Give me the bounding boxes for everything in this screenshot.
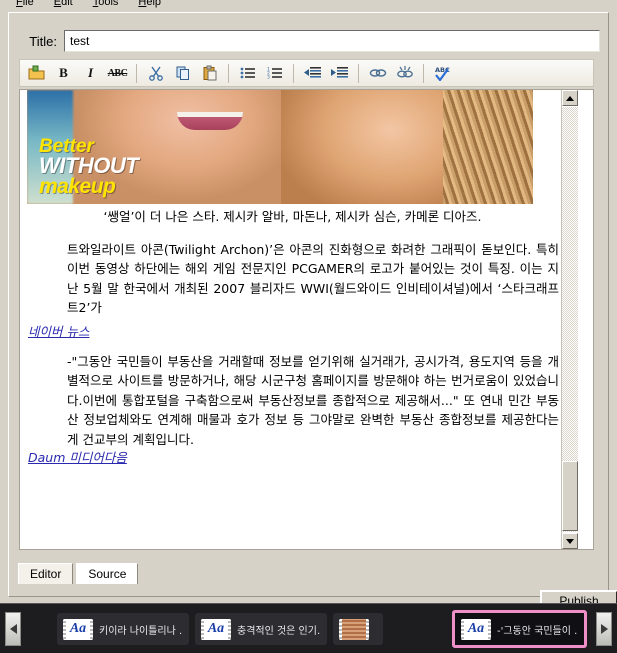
indent-icon[interactable] <box>326 61 353 85</box>
spellcheck-icon[interactable]: ABC <box>429 61 456 85</box>
aa-glyph: Aa <box>69 621 87 636</box>
menu-tools-rest: ools <box>98 0 119 8</box>
menu-item-edit[interactable]: Edit <box>44 0 83 11</box>
taskbar-scroll-left-button[interactable] <box>5 612 21 646</box>
taskbar-item-4-label: -'그동안 국민들이 ... <box>497 625 578 637</box>
taskbar-item-4-selected[interactable]: Aa -'그동안 국민들이 ... <box>452 610 587 648</box>
editor-content-area[interactable]: Better WITHOUT makeup ‘쌩얼’이 더 나은 스타. 제시카… <box>19 89 594 550</box>
formatting-toolbar: B I ABC 1 2 3 ABC <box>19 59 594 87</box>
taskbar-item-1-label: 키이라 나이틀리나 ... <box>99 625 183 637</box>
menu-file-rest: ile <box>22 0 34 8</box>
image-caption-text: ‘쌩얼’이 더 나은 스타. 제시카 알바, 마돈나, 제시카 심슨, 카메론 … <box>103 209 482 224</box>
title-row: Title: <box>9 28 610 54</box>
aa-text-icon: Aa <box>63 618 93 640</box>
title-label: Title: <box>29 33 57 49</box>
insert-link-icon[interactable] <box>364 61 391 85</box>
menubar: File Edit Tools Help <box>0 0 617 11</box>
svg-text:3: 3 <box>267 75 270 80</box>
menu-item-tools[interactable]: Tools <box>83 0 129 11</box>
toolbar-separator-5 <box>423 63 424 83</box>
taskbar-item-1[interactable]: Aa 키이라 나이틀리나 ... <box>57 613 189 645</box>
paste-icon[interactable] <box>196 61 223 85</box>
photo-hair-right <box>443 90 533 204</box>
taskbar: Aa 키이라 나이틀리나 ... Aa 충격적인 것은 인기... Aa -'그… <box>0 603 617 653</box>
taskbar-scroll-right-button[interactable] <box>596 612 612 646</box>
italic-glyph: I <box>87 65 94 80</box>
toolbar-separator-1 <box>136 63 137 83</box>
chevron-left-icon <box>9 624 17 634</box>
bullet-list-icon[interactable] <box>234 61 261 85</box>
link-daum-media[interactable]: Daum 미디어다음 <box>28 447 127 466</box>
copy-icon[interactable] <box>169 61 196 85</box>
scrollbar-thumb[interactable] <box>562 461 578 531</box>
taskbar-item-3[interactable] <box>333 613 383 645</box>
menu-item-help[interactable]: Help <box>128 0 171 11</box>
strikethrough-icon[interactable]: ABC <box>104 61 131 85</box>
outdent-icon[interactable] <box>299 61 326 85</box>
link-naver-news[interactable]: 네이버 뉴스 <box>28 321 89 340</box>
paragraph-1: 트와일라이트 아콘(Twilight Archon)’은 아콘의 진화형으로 화… <box>67 242 559 316</box>
photo-overlay-line3: makeup <box>39 174 116 198</box>
photo-caption-overlay: Better WITHOUT makeup <box>39 137 139 198</box>
chevron-up-icon <box>566 95 574 101</box>
paragraph-2: -"그동안 국민들이 부동산을 거래할때 정보를 얻기위해 실거래가, 공시가격… <box>67 354 559 447</box>
numbered-list-icon[interactable]: 1 2 3 <box>261 61 288 85</box>
aa-glyph: Aa <box>467 621 485 636</box>
app-window: File Edit Tools Help Title: B I ABC <box>0 0 617 653</box>
bold-glyph: B <box>59 65 68 80</box>
italic-icon[interactable]: I <box>77 61 104 85</box>
taskbar-item-2[interactable]: Aa 충격적인 것은 인기... <box>195 613 327 645</box>
unlink-icon[interactable] <box>391 61 418 85</box>
taskbar-item-2-label: 충격적인 것은 인기... <box>237 625 321 637</box>
tab-source[interactable]: Source <box>76 563 139 584</box>
title-input[interactable] <box>64 30 600 52</box>
menu-file-mnemonic: F <box>16 0 23 8</box>
strikethrough-glyph: ABC <box>107 67 128 79</box>
aa-text-icon: Aa <box>201 618 231 640</box>
toolbar-separator-4 <box>358 63 359 83</box>
photo-thumbnail-icon <box>339 618 369 640</box>
chevron-right-icon <box>600 624 608 634</box>
aa-text-icon: Aa <box>461 618 491 640</box>
new-document-icon[interactable] <box>23 61 50 85</box>
editor-vertical-scrollbar[interactable] <box>561 90 578 549</box>
bold-icon[interactable]: B <box>50 61 77 85</box>
photo-right-half <box>281 90 533 204</box>
menu-help-rest: elp <box>146 0 162 8</box>
scroll-up-button[interactable] <box>562 90 578 106</box>
cut-icon[interactable] <box>142 61 169 85</box>
inline-image-magazine-photo[interactable]: Better WITHOUT makeup <box>27 90 533 204</box>
menu-edit-rest: dit <box>61 0 73 8</box>
tab-editor[interactable]: Editor <box>18 563 74 584</box>
aa-glyph: Aa <box>207 621 225 636</box>
scroll-down-button[interactable] <box>562 533 578 549</box>
menu-edit-mnemonic: E <box>53 0 62 8</box>
editor-canvas[interactable]: Better WITHOUT makeup ‘쌩얼’이 더 나은 스타. 제시카… <box>20 90 578 549</box>
toolbar-separator-2 <box>228 63 229 83</box>
photo-mouth-left <box>177 112 243 130</box>
menu-item-file[interactable]: File <box>6 0 44 11</box>
photo-overlay-line2: WITHOUT <box>39 153 139 179</box>
chevron-down-icon <box>566 538 574 544</box>
toolbar-separator-3 <box>293 63 294 83</box>
taskbar-items: Aa 키이라 나이틀리나 ... Aa 충격적인 것은 인기... Aa -'그… <box>27 604 589 653</box>
editor-window: Title: B I ABC <box>8 12 617 612</box>
view-mode-tabs: Editor Source <box>18 562 139 584</box>
